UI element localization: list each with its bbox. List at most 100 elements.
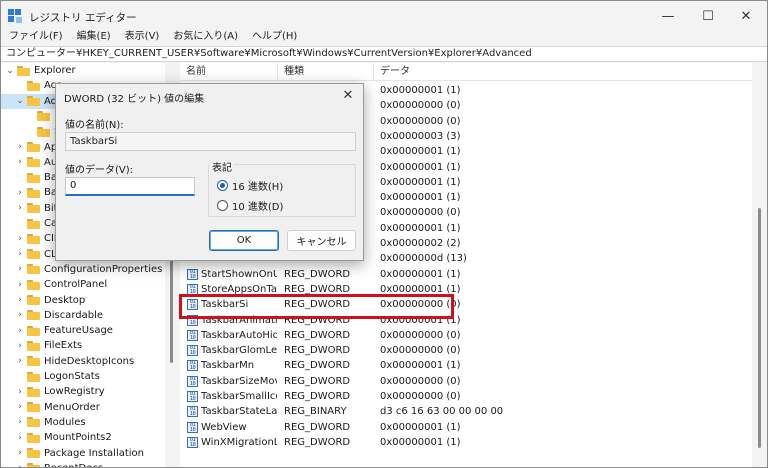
folder-icon (27, 340, 40, 351)
chevron-right-icon[interactable] (25, 109, 35, 124)
value-name: TaskbarMn (201, 360, 255, 372)
chevron-right-icon[interactable]: › (15, 323, 25, 338)
value-data: 0x00000000 (0) (380, 345, 461, 357)
column-data-header[interactable]: データ (374, 63, 752, 81)
value-row[interactable]: 0110TaskbarAutoHid... REG_DWORD 0x00000000… (180, 328, 752, 343)
column-name-header[interactable]: 名前 (180, 63, 278, 81)
chevron-right-icon[interactable] (15, 78, 25, 93)
list-scrollbar[interactable] (752, 63, 767, 467)
folder-icon (37, 126, 50, 137)
folder-icon (27, 448, 40, 458)
chevron-right-icon[interactable]: › (15, 338, 25, 353)
dec-radio[interactable] (217, 200, 228, 211)
dec-radio-label[interactable]: 10 進数(D) (232, 198, 283, 213)
tree-item[interactable]: › Modules (1, 415, 165, 430)
chevron-down-icon[interactable]: ⌄ (15, 94, 25, 109)
value-row[interactable]: 0110TaskbarSmallIcons REG_DWORD 0x00000000… (180, 389, 752, 404)
menu-help[interactable]: ヘルプ(H) (245, 29, 304, 45)
chevron-right-icon[interactable]: › (15, 201, 25, 216)
menu-file[interactable]: ファイル(F) (1, 29, 70, 45)
value-data: 0x00000001 (1) (380, 85, 461, 96)
maximize-button[interactable]: ☐ (693, 5, 723, 27)
value-row[interactable]: 0110TaskbarSizeMove REG_DWORD 0x00000000 (… (180, 374, 752, 389)
chevron-right-icon[interactable]: › (15, 277, 25, 292)
value-type: REG_DWORD (284, 375, 351, 387)
chevron-right-icon[interactable] (15, 369, 25, 384)
chevron-right-icon[interactable]: › (15, 231, 25, 246)
chevron-right-icon[interactable] (25, 124, 35, 139)
chevron-right-icon[interactable]: › (15, 446, 25, 461)
menu-favorites[interactable]: お気に入り(A) (166, 29, 245, 45)
tree-item[interactable]: LogonStats (1, 369, 165, 384)
minimize-button[interactable]: — (653, 5, 683, 27)
folder-icon (27, 371, 40, 382)
value-name: WebView (201, 421, 247, 433)
address-bar[interactable]: コンピューター¥HKEY_CURRENT_USER¥Software¥Micro… (1, 46, 767, 62)
chevron-right-icon[interactable]: › (15, 262, 25, 277)
value-type: REG_DWORD (284, 345, 351, 357)
chevron-right-icon[interactable]: › (15, 293, 25, 308)
value-row[interactable]: 0110WinXMigrationL... REG_DWORD 0x00000001… (180, 435, 752, 450)
chevron-right-icon[interactable]: › (15, 354, 25, 369)
close-button[interactable]: ✕ (731, 5, 761, 27)
hex-radio-label[interactable]: 16 進数(H) (232, 178, 283, 193)
chevron-down-icon[interactable]: ⌄ (5, 63, 15, 78)
tree-item[interactable]: › Desktop (1, 293, 165, 308)
list-scrollbar-thumb[interactable] (758, 208, 761, 448)
chevron-right-icon[interactable]: › (15, 185, 25, 200)
tree-item[interactable]: › HideDesktopIcons (1, 354, 165, 369)
tree-item[interactable]: › ControlPanel (1, 277, 165, 292)
column-type-header[interactable]: 種類 (278, 63, 374, 81)
tree-item[interactable]: › MenuOrder (1, 400, 165, 415)
tree-item-label: FileExts (44, 340, 83, 352)
chevron-right-icon[interactable]: › (15, 308, 25, 323)
chevron-right-icon[interactable]: › (15, 247, 25, 262)
value-data: 0x00000000 (0) (380, 115, 461, 127)
tree-item-label: Explorer (34, 65, 76, 76)
reg-dword-icon: 01 10 (187, 421, 198, 433)
registry-app-icon (8, 9, 22, 23)
chevron-right-icon[interactable]: › (15, 400, 25, 415)
value-row[interactable]: 0110TaskbarGlomLevel REG_DWORD 0x00000000 … (180, 343, 752, 358)
tree-item[interactable]: › FeatureUsage (1, 323, 165, 338)
chevron-right-icon[interactable] (15, 216, 25, 231)
dialog-close-button[interactable]: ✕ (339, 86, 357, 104)
tree-item[interactable]: › Discardable (1, 308, 165, 323)
reg-dword-icon: 01 10 (187, 360, 198, 372)
dec-radio-row[interactable]: 10 進数(D) (217, 198, 283, 213)
value-type: REG_DWORD (284, 329, 351, 341)
chevron-right-icon[interactable]: › (15, 384, 25, 399)
value-data-input[interactable]: 0 (65, 177, 195, 196)
value-row[interactable]: 0110StartShownOnU... REG_DWORD 0x00000001 … (180, 267, 752, 282)
value-data: 0x00000001 (1) (380, 421, 461, 433)
tree-item[interactable]: › Package Installation (1, 446, 165, 461)
chevron-right-icon[interactable]: › (15, 430, 25, 445)
tree-item[interactable]: ⌄ Explorer (1, 63, 165, 78)
cancel-button[interactable]: キャンセル (287, 230, 356, 251)
chevron-right-icon[interactable]: › (15, 140, 25, 155)
tree-item[interactable]: › FileExts (1, 338, 165, 353)
ok-button[interactable]: OK (209, 230, 279, 251)
value-row[interactable]: 0110TaskbarStateLast... REG_BINARY d3 c6 1… (180, 404, 752, 419)
folder-icon (27, 279, 40, 290)
chevron-right-icon[interactable]: › (15, 461, 25, 467)
tree-item[interactable]: › RecentDocs (1, 461, 165, 467)
menu-edit[interactable]: 編集(E) (70, 29, 118, 45)
value-type: REG_BINARY (284, 406, 347, 418)
tree-item-label: ConfigurationProperties (44, 263, 163, 275)
chevron-right-icon[interactable]: › (15, 155, 25, 170)
tree-item[interactable]: › MountPoints2 (1, 430, 165, 445)
chevron-right-icon[interactable]: › (15, 415, 25, 430)
hex-radio-row[interactable]: 16 進数(H) (217, 178, 283, 193)
menu-view[interactable]: 表示(V) (118, 29, 167, 45)
tree-item[interactable]: › LowRegistry (1, 384, 165, 399)
chevron-right-icon[interactable] (15, 170, 25, 185)
value-row[interactable]: 01 10 WebView REG_DWORD 0x00000001 (1) (180, 420, 752, 435)
hex-radio[interactable] (217, 180, 228, 191)
tree-scrollbar-thumb[interactable] (170, 243, 173, 363)
tree-item[interactable]: › ConfigurationProperties (1, 262, 165, 277)
value-type: REG_DWORD (284, 421, 351, 433)
reg-dword-icon: 01 10 (187, 329, 198, 341)
value-row[interactable]: 01 10 TaskbarMn REG_DWORD 0x00000001 (1) (180, 358, 752, 373)
tree-item-label: Modules (44, 416, 86, 428)
